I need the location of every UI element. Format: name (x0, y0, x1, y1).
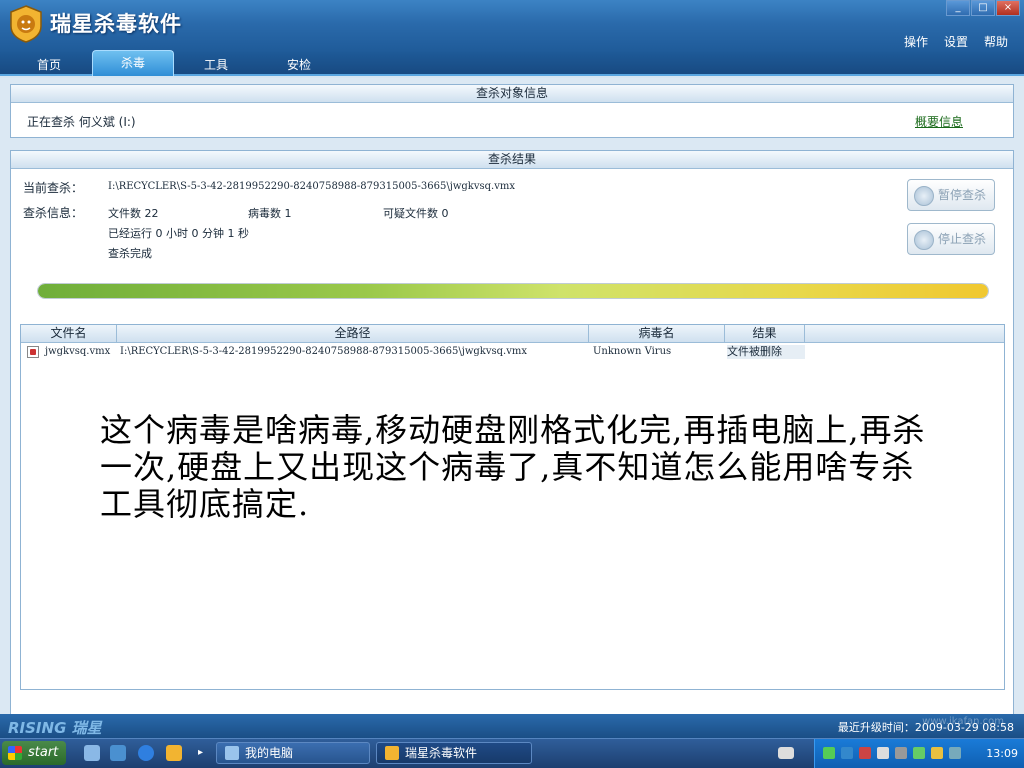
task-rising-antivirus[interactable]: 瑞星杀毒软件 (376, 742, 532, 764)
row-full-path: I:\RECYCLER\S-5-3-42-2819952290-82407589… (120, 346, 527, 357)
scan-status: 查杀完成 (108, 247, 152, 260)
start-button[interactable]: start (2, 741, 66, 765)
scan-progress-fill (38, 284, 988, 298)
suspicious-count: 可疑文件数 0 (383, 205, 449, 221)
stop-scan-button[interactable]: 停止查杀 (907, 223, 995, 255)
task-rising-label: 瑞星杀毒软件 (405, 746, 478, 760)
col-virus-name[interactable]: 病毒名 (589, 325, 725, 343)
stop-icon (914, 230, 934, 250)
windows-taskbar: start ▸ 我的电脑 瑞星杀毒软件 13:09 (0, 738, 1024, 768)
elapsed-time: 已经运行 0 小时 0 分钟 1 秒 (108, 227, 249, 240)
col-result[interactable]: 结果 (725, 325, 805, 343)
start-label: start (28, 745, 59, 760)
virus-count-label: 病毒数 (248, 207, 281, 220)
tab-security-check[interactable]: 安检 (258, 55, 340, 76)
rising-task-icon (385, 746, 399, 760)
restore-button[interactable]: □ (971, 0, 995, 16)
scanning-status: 正在查杀 何义斌 (I:) (27, 113, 136, 130)
chevron-right-icon[interactable]: ▸ (198, 747, 203, 758)
tray-alert-icon[interactable] (859, 747, 871, 759)
status-footer: RISING 瑞星 最近升级时间：2009-03-29 08:58 (0, 714, 1024, 738)
site-watermark: www.ikafan.com (922, 716, 1004, 727)
close-button[interactable]: × (996, 0, 1020, 16)
rising-brand-logo: RISING 瑞星 (8, 719, 102, 737)
tray-network-icon[interactable] (841, 747, 853, 759)
tray-shield-icon[interactable] (823, 747, 835, 759)
rising-quicklaunch-icon[interactable] (166, 745, 182, 761)
row-file-name: jwgkvsq.vmx (45, 346, 111, 357)
my-computer-icon (225, 746, 239, 760)
col-file-name[interactable]: 文件名 (21, 325, 117, 343)
task-my-computer-label: 我的电脑 (245, 746, 294, 760)
tab-home[interactable]: 首页 (8, 55, 90, 76)
tab-scan[interactable]: 杀毒 (92, 50, 174, 76)
file-count-value: 22 (144, 207, 159, 220)
system-tray: 13:09 (814, 739, 1024, 768)
row-virus-name: Unknown Virus (593, 346, 672, 357)
operate-link[interactable]: 操作 (904, 33, 928, 50)
tray-device-icon[interactable] (877, 747, 889, 759)
keyboard-icon[interactable] (778, 747, 794, 759)
scan-info-label: 查杀信息： (23, 206, 84, 220)
suspicious-count-label: 可疑文件数 (383, 207, 438, 220)
col-full-path[interactable]: 全路径 (117, 325, 589, 343)
scanning-target: 何义斌 (I:) (78, 115, 136, 129)
rising-lion-logo-icon (10, 5, 42, 43)
tray-update-icon[interactable] (913, 747, 925, 759)
scan-result-panel-title: 查杀结果 (11, 151, 1013, 169)
app-title: 瑞星杀毒软件 (50, 12, 182, 36)
pause-scan-button[interactable]: 暂停查杀 (907, 179, 995, 211)
suspicious-count-value: 0 (441, 207, 449, 220)
current-scan-path: I:\RECYCLER\S-5-3-42-2819952290-82407589… (108, 181, 515, 192)
virus-count-value: 1 (284, 207, 292, 220)
table-row[interactable]: jwgkvsq.vmx I:\RECYCLER\S-5-3-42-2819952… (21, 345, 806, 359)
summary-info-link[interactable]: 概要信息 (915, 113, 963, 130)
scan-target-panel-title: 查杀对象信息 (11, 85, 1013, 103)
tab-tools[interactable]: 工具 (175, 55, 257, 76)
internet-explorer-icon[interactable] (138, 745, 154, 761)
tray-volume-icon[interactable] (895, 747, 907, 759)
title-bar: 瑞星杀毒软件 _ □ × 操作 设置 帮助 (0, 0, 1024, 52)
scan-target-panel: 查杀对象信息 正在查杀 何义斌 (I:) 概要信息 (10, 84, 1014, 138)
result-table-header: 文件名 全路径 病毒名 结果 (21, 325, 1004, 343)
taskbar-clock: 13:09 (986, 747, 1018, 760)
stop-scan-label: 停止查杀 (937, 232, 986, 246)
file-count: 文件数 22 (108, 205, 159, 221)
pause-icon (914, 186, 934, 206)
settings-link[interactable]: 设置 (944, 33, 968, 50)
show-desktop-icon[interactable] (84, 745, 100, 761)
tray-rising-icon[interactable] (931, 747, 943, 759)
virus-count: 病毒数 1 (248, 205, 292, 221)
scan-progress-bar (37, 283, 989, 299)
minimize-button[interactable]: _ (946, 0, 970, 16)
tray-monitor-icon[interactable] (949, 747, 961, 759)
help-link[interactable]: 帮助 (984, 33, 1008, 50)
content-area: 查杀对象信息 正在查杀 何义斌 (I:) 概要信息 查杀结果 当前查杀： I:\… (0, 78, 1024, 768)
overlay-question-text: 这个病毒是啥病毒,移动硬盘刚格式化完,再插电脑上,再杀一次,硬盘上又出现这个病毒… (100, 411, 926, 523)
current-scan-label: 当前查杀： (23, 181, 84, 195)
windows-flag-icon (8, 746, 22, 760)
pause-scan-label: 暂停查杀 (937, 188, 986, 202)
window-controls: _ □ × (946, 0, 1020, 16)
scanning-label: 正在查杀 (27, 115, 76, 129)
top-links: 操作 设置 帮助 (904, 33, 1008, 50)
main-tabs: 首页 杀毒 工具 安检 (0, 50, 1024, 76)
file-count-label: 文件数 (108, 207, 141, 220)
network-icon[interactable] (110, 745, 126, 761)
row-result: 文件被删除 (727, 345, 805, 359)
task-my-computer[interactable]: 我的电脑 (216, 742, 370, 764)
infected-file-icon (27, 346, 39, 358)
